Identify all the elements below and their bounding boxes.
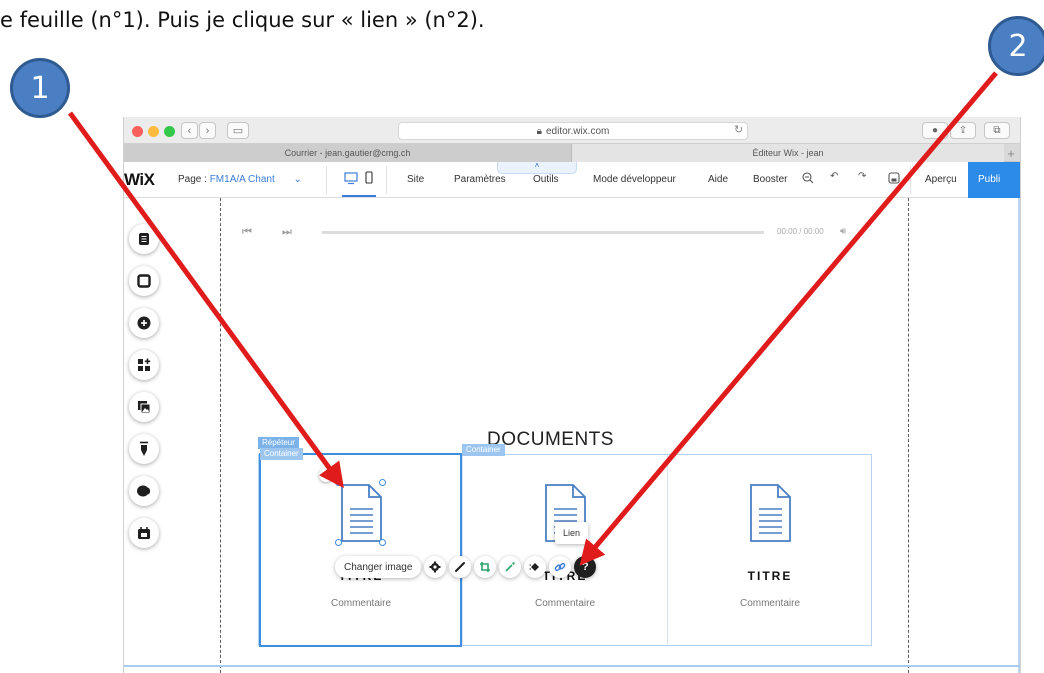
zoom-window-button[interactable] [164, 126, 175, 137]
sidebar-toggle-icon[interactable]: ▭ [227, 122, 249, 139]
repeater-item-2[interactable]: TITRE Commentaire [463, 455, 667, 645]
forward-icon[interactable]: › [199, 122, 216, 139]
lock-icon: 🔒︎ [536, 125, 542, 137]
change-image-button[interactable]: Changer image [335, 556, 422, 578]
close-window-button[interactable] [132, 126, 143, 137]
card-comment: Commentaire [534, 598, 596, 609]
help-icon[interactable]: ? [574, 556, 597, 578]
editor-canvas[interactable]: ⏮︎ ⏭︎ 00:00 / 00:00 🔊︎ DOCUMENTS Comment… [124, 198, 1020, 673]
audio-player[interactable]: ⏮︎ ⏭︎ 00:00 / 00:00 🔊︎ [242, 226, 882, 240]
booking-icon[interactable] [129, 518, 159, 548]
selected-container-outline [259, 453, 462, 647]
browser-tabbar: Courrier - jean.gautier@cmg.ch Éditeur W… [124, 144, 1020, 162]
page-selector[interactable]: Page : FM1A/A Chant ⌄ [178, 174, 302, 185]
document-icon[interactable] [748, 483, 792, 543]
pen-icon[interactable] [129, 434, 159, 464]
preview-button[interactable]: Aperçu [925, 174, 957, 185]
apps-icon[interactable] [129, 350, 159, 380]
menu-aide[interactable]: Aide [708, 174, 728, 185]
wix-logo: WiX [124, 170, 155, 189]
browser-window: ‹ › ▭ 🔒︎ editor.wix.com ↻ ● ⇪ ⧉ Courrier… [123, 117, 1021, 673]
downloads-icon[interactable]: ● [922, 122, 948, 139]
crop-icon[interactable] [474, 556, 497, 578]
image-toolbar: Changer image ? [335, 555, 597, 579]
new-tab-button[interactable]: + [1002, 144, 1020, 162]
right-gridline [908, 198, 909, 673]
section-title: DOCUMENTS [487, 429, 614, 450]
repeater-item-3[interactable]: TITRE Commentaire [668, 455, 872, 645]
page-selector-label: Page : [178, 174, 207, 185]
address-bar-url: editor.wix.com [545, 125, 610, 137]
add-icon[interactable] [129, 308, 159, 338]
divider [326, 166, 327, 194]
share-icon[interactable]: ⇪ [950, 122, 976, 139]
menu-mode-developpeur[interactable]: Mode développeur [593, 174, 676, 185]
card-title: TITRE [747, 569, 793, 583]
container-tag-2: Container [462, 444, 505, 456]
mobile-view-icon[interactable] [364, 171, 374, 188]
undo-icon[interactable]: ↶ [830, 171, 838, 182]
instruction-caption: e feuille (n°1). Puis je clique sur « li… [0, 8, 485, 32]
tabs-overview-icon[interactable]: ⧉ [984, 122, 1010, 139]
menu-site[interactable]: Site [407, 174, 424, 185]
container-tag-1: Container [260, 448, 303, 460]
link-indicator-icon[interactable]: ↗ [319, 468, 333, 482]
volume-icon[interactable]: 🔊︎ [840, 226, 846, 237]
address-bar[interactable]: 🔒︎ editor.wix.com [398, 122, 748, 140]
left-gridline [220, 198, 221, 673]
settings-gear-icon[interactable] [424, 556, 447, 578]
divider [910, 166, 911, 194]
progress-track[interactable] [322, 231, 764, 234]
canvas-right-edge [1018, 198, 1020, 673]
card-comment: Commentaire [739, 598, 801, 609]
publish-button[interactable]: Publi [968, 162, 1020, 198]
filter-wand-icon[interactable] [499, 556, 522, 578]
reload-icon[interactable]: ↻ [734, 123, 743, 136]
menu-outils[interactable]: Outils [533, 174, 559, 185]
menu-parametres[interactable]: Paramètres [454, 174, 506, 185]
animation-icon[interactable] [524, 556, 547, 578]
section-bottom-border [124, 665, 1020, 667]
page-selector-value: FM1A/A Chant [209, 174, 275, 185]
design-brush-icon[interactable] [449, 556, 472, 578]
save-icon[interactable] [888, 172, 900, 187]
chevron-down-icon: ⌄ [293, 174, 302, 185]
step-badge-2: 2 [988, 16, 1044, 76]
desktop-view-icon[interactable] [344, 171, 358, 188]
link-icon[interactable] [549, 556, 572, 578]
back-icon[interactable]: ‹ [181, 122, 198, 139]
step-badge-1: 1 [10, 58, 70, 118]
background-icon[interactable] [129, 266, 159, 296]
collapse-bar-tab[interactable]: ˄ [497, 162, 577, 174]
zoom-out-icon[interactable] [802, 172, 814, 187]
pages-icon[interactable] [129, 224, 159, 254]
chat-icon[interactable] [129, 476, 159, 506]
playback-time: 00:00 / 00:00 [777, 227, 824, 236]
browser-titlebar: ‹ › ▭ 🔒︎ editor.wix.com ↻ ● ⇪ ⧉ [124, 117, 1020, 144]
redo-icon[interactable]: ↷ [858, 171, 866, 182]
active-view-indicator [342, 195, 376, 197]
divider [386, 166, 387, 194]
browser-tab-mail[interactable]: Courrier - jean.gautier@cmg.ch [124, 144, 572, 162]
previous-track-icon[interactable]: ⏮︎ [242, 226, 252, 239]
media-icon[interactable] [129, 392, 159, 422]
minimize-window-button[interactable] [148, 126, 159, 137]
repeater[interactable]: TITRE Commentaire TITRE Commentaire [258, 453, 872, 647]
link-tooltip: Lien [555, 522, 589, 544]
wix-top-bar: ˄ WiX Page : FM1A/A Chant ⌄ Site Paramèt… [124, 162, 1020, 198]
next-track-icon[interactable]: ⏭︎ [282, 226, 292, 239]
browser-tab-wix-editor[interactable]: Éditeur Wix - jean [572, 144, 1004, 162]
menu-booster[interactable]: Booster [753, 174, 787, 185]
